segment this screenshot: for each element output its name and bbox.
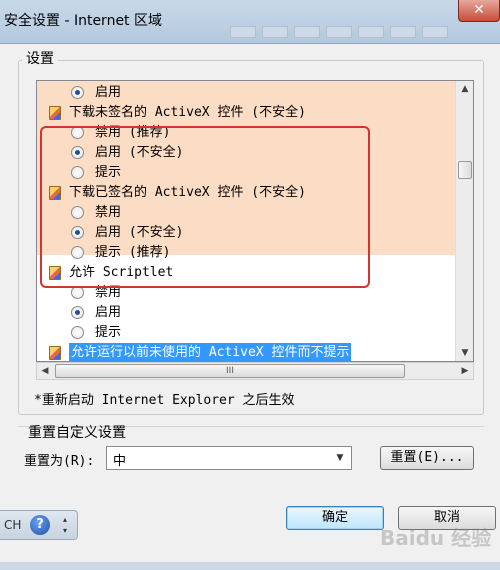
settings-group-label: 设置 xyxy=(22,48,58,68)
watermark-logo: Baidu 经验 xyxy=(380,526,492,550)
reset-button[interactable]: 重置(E)... xyxy=(380,446,474,470)
setting-header[interactable]: 下载已签名的 ActiveX 控件 (不安全) xyxy=(37,183,455,203)
radio-option[interactable]: 启用 xyxy=(37,83,455,103)
radio-option[interactable]: 禁用 xyxy=(37,203,455,223)
chevron-down-icon[interactable]: ▼ xyxy=(331,449,349,467)
radio-icon[interactable] xyxy=(71,286,84,299)
radio-icon[interactable] xyxy=(71,126,84,139)
setting-label: 禁用 xyxy=(95,205,122,220)
vertical-scrollbar[interactable]: ▲ ▼ xyxy=(455,81,473,361)
reset-level-value: 中 xyxy=(113,454,127,469)
language-bar-options-icon[interactable]: ▴ ▾ xyxy=(58,514,72,536)
setting-label: 允许 Scriptlet xyxy=(69,265,174,280)
vertical-scroll-thumb[interactable] xyxy=(458,161,472,179)
shield-icon xyxy=(49,346,61,360)
setting-label: 下载未签名的 ActiveX 控件 (不安全) xyxy=(69,105,306,120)
reset-group-title: 重置自定义设置 xyxy=(28,425,126,441)
close-icon: ✕ xyxy=(473,2,485,18)
setting-label: 允许运行以前未使用的 ActiveX 控件而不提示 xyxy=(69,343,352,361)
scroll-up-icon[interactable]: ▲ xyxy=(456,81,473,97)
setting-label: 禁用 (推荐) xyxy=(95,125,171,140)
reset-to-label: 重置为(R): xyxy=(24,454,95,469)
title-bar: 安全设置 - Internet 区域 ✕ xyxy=(0,0,500,44)
setting-label: 提示 (推荐) xyxy=(95,245,171,260)
radio-icon[interactable] xyxy=(71,246,84,259)
radio-option[interactable]: 提示 xyxy=(37,323,455,343)
bottom-taskbar-strip xyxy=(0,562,500,570)
background-toolbar-strip xyxy=(0,22,500,44)
setting-header[interactable]: 下载未签名的 ActiveX 控件 (不安全) xyxy=(37,103,455,123)
setting-label: 启用 (不安全) xyxy=(95,145,184,160)
scroll-down-icon[interactable]: ▼ xyxy=(456,345,473,361)
language-indicator[interactable]: CH xyxy=(4,518,21,532)
horizontal-scrollbar[interactable]: ◀ III ▶ xyxy=(36,362,474,380)
horizontal-scroll-thumb[interactable]: III xyxy=(55,364,405,378)
setting-label: 提示 xyxy=(95,165,122,180)
settings-list[interactable]: 启用 下载未签名的 ActiveX 控件 (不安全) 禁用 (推荐) 启用 (不安全)… xyxy=(36,80,474,362)
shield-icon xyxy=(49,266,61,280)
restart-note: *重新启动 Internet Explorer 之后生效 xyxy=(34,393,295,408)
setting-label: 启用 xyxy=(95,85,122,100)
reset-level-select[interactable]: 中 ▼ xyxy=(106,446,352,470)
setting-header[interactable]: 允许 Scriptlet xyxy=(37,263,455,283)
radio-icon[interactable] xyxy=(71,166,84,179)
radio-icon[interactable] xyxy=(71,146,84,159)
scroll-right-icon[interactable]: ▶ xyxy=(457,363,473,379)
radio-option[interactable]: 提示 (推荐) xyxy=(37,243,455,263)
shield-icon xyxy=(49,186,61,200)
ok-button[interactable]: 确定 xyxy=(286,506,384,530)
setting-label: 提示 xyxy=(95,325,122,340)
radio-icon[interactable] xyxy=(71,86,84,99)
setting-label: 启用 (不安全) xyxy=(95,225,184,240)
scroll-left-icon[interactable]: ◀ xyxy=(37,363,53,379)
language-bar: CH ? ▴ ▾ xyxy=(0,510,78,540)
setting-header[interactable]: 允许运行以前未使用的 ActiveX 控件而不提示 xyxy=(37,343,455,361)
shield-icon xyxy=(49,106,61,120)
setting-label: 禁用 xyxy=(95,285,122,300)
radio-option[interactable]: 提示 xyxy=(37,163,455,183)
radio-option[interactable]: 禁用 xyxy=(37,283,455,303)
setting-label: 启用 xyxy=(95,305,122,320)
dialog-body: 设置 启用 下载未签名的 ActiveX 控件 (不安全) 禁用 (推荐) 启用 (不… xyxy=(0,44,500,570)
radio-option[interactable]: 禁用 (推荐) xyxy=(37,123,455,143)
settings-list-viewport: 启用 下载未签名的 ActiveX 控件 (不安全) 禁用 (推荐) 启用 (不安全)… xyxy=(37,81,455,361)
radio-icon[interactable] xyxy=(71,326,84,339)
radio-option[interactable]: 启用 (不安全) xyxy=(37,143,455,163)
close-button[interactable]: ✕ xyxy=(458,0,500,22)
radio-option[interactable]: 启用 xyxy=(37,303,455,323)
radio-icon[interactable] xyxy=(71,226,84,239)
radio-icon[interactable] xyxy=(71,306,84,319)
help-icon[interactable]: ? xyxy=(30,515,50,535)
setting-label: 下载已签名的 ActiveX 控件 (不安全) xyxy=(69,185,306,200)
radio-option[interactable]: 启用 (不安全) xyxy=(37,223,455,243)
radio-icon[interactable] xyxy=(71,206,84,219)
